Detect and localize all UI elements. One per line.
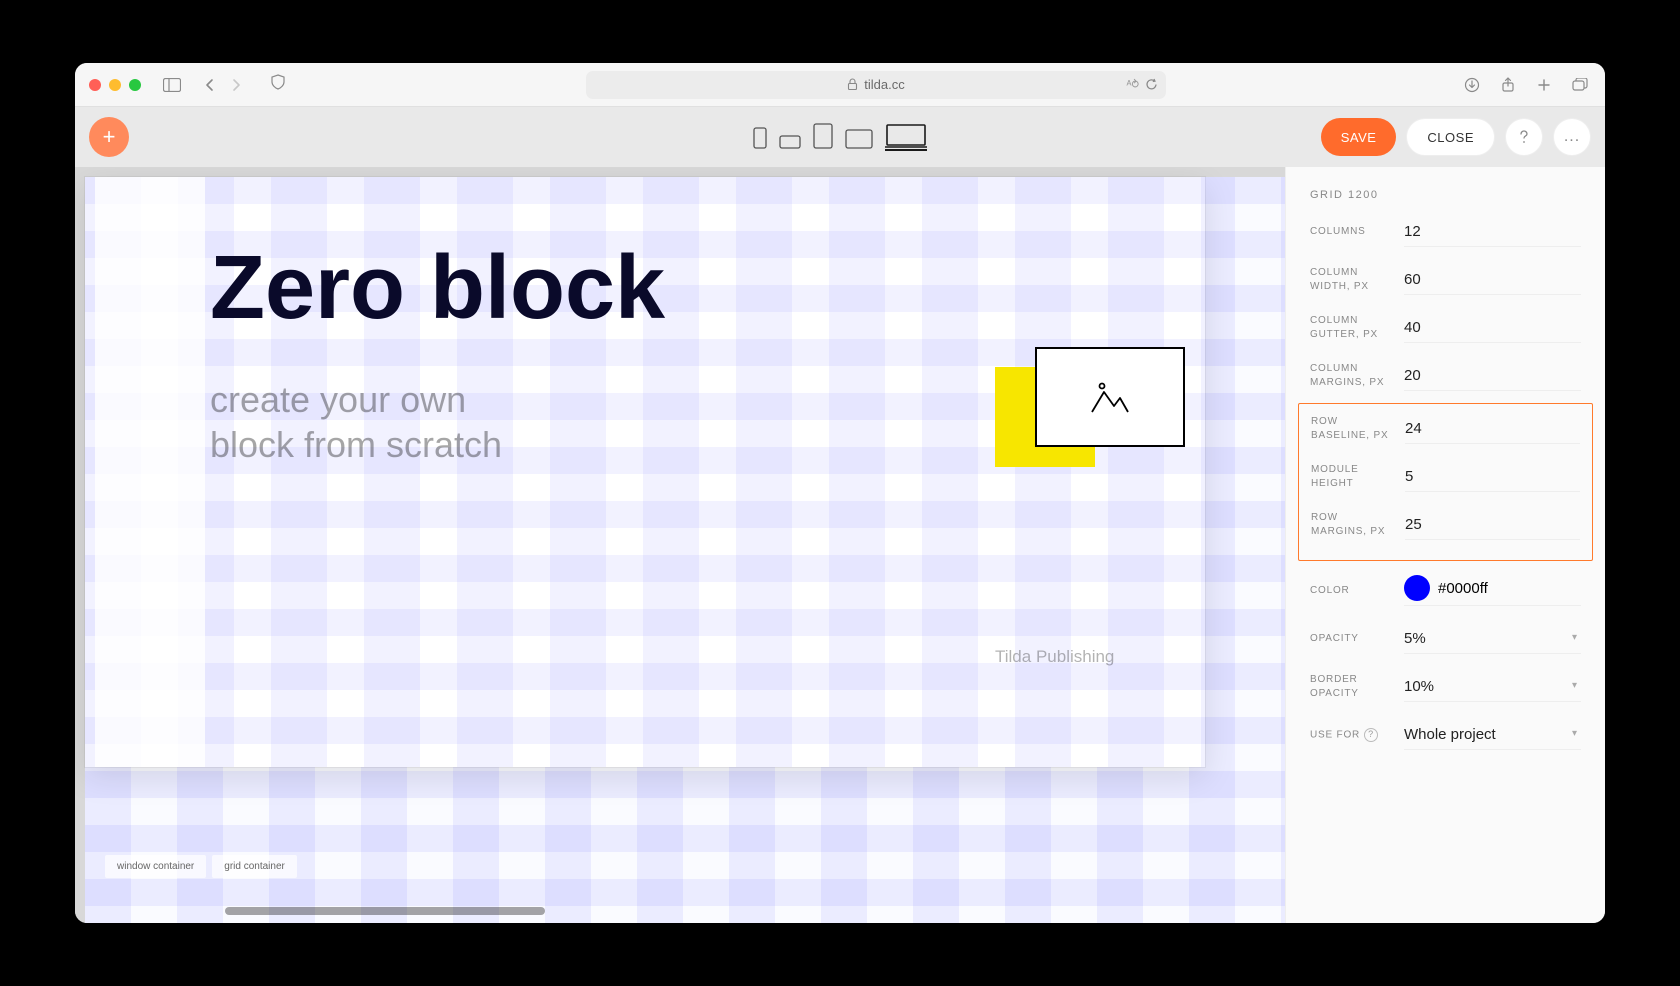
help-button[interactable] [1505, 118, 1543, 156]
prop-row-baseline-label: ROW BASELINE, PX [1311, 415, 1395, 443]
reload-icon[interactable] [1145, 78, 1158, 91]
prop-col-width-value[interactable]: 60 [1404, 265, 1581, 295]
sidebar-toggle-icon[interactable] [161, 74, 183, 96]
url-text: tilda.cc [864, 77, 904, 92]
prop-col-width-label: COLUMN WIDTH, PX [1310, 266, 1394, 294]
hero-title[interactable]: Zero block [210, 237, 665, 340]
lock-icon [847, 78, 858, 91]
nav-arrows [199, 74, 247, 96]
close-window-icon[interactable] [89, 79, 101, 91]
address-bar[interactable]: tilda.cc ᴬ⥁ [586, 71, 1166, 99]
editor-toolbar: + SAVE CLOSE ... [75, 107, 1605, 167]
add-block-button[interactable]: + [89, 117, 129, 157]
share-icon[interactable] [1497, 74, 1519, 96]
publisher-watermark: Tilda Publishing [995, 647, 1114, 667]
downloads-icon[interactable] [1461, 74, 1483, 96]
prop-col-margins-label: COLUMN MARGINS, PX [1310, 362, 1394, 390]
more-button[interactable]: ... [1553, 118, 1591, 156]
device-picker [753, 123, 927, 151]
image-placeholder[interactable] [1035, 347, 1185, 447]
device-phone-landscape[interactable] [779, 135, 801, 151]
help-icon[interactable]: ? [1364, 728, 1378, 742]
prop-use-for-value[interactable]: Whole project [1404, 720, 1581, 750]
forward-button[interactable] [225, 74, 247, 96]
prop-columns-value[interactable]: 12 [1404, 217, 1581, 247]
canvas[interactable]: Zero block create your own block from sc… [75, 167, 1285, 923]
image-icon [1090, 380, 1130, 414]
label-window-container[interactable]: window container [105, 855, 206, 878]
device-tablet-landscape[interactable] [845, 129, 873, 151]
main-area: Zero block create your own block from sc… [75, 167, 1605, 923]
close-button[interactable]: CLOSE [1406, 118, 1495, 156]
prop-row-baseline-value[interactable]: 24 [1405, 414, 1580, 444]
device-tablet-portrait[interactable] [813, 123, 833, 151]
save-button[interactable]: SAVE [1321, 118, 1397, 156]
browser-toolbar: tilda.cc ᴬ⥁ [75, 63, 1605, 107]
artboard[interactable]: Zero block create your own block from sc… [85, 177, 1205, 767]
minimize-window-icon[interactable] [109, 79, 121, 91]
prop-color-value[interactable]: #0000ff [1438, 580, 1488, 597]
panel-title: GRID 1200 [1310, 189, 1581, 201]
prop-module-height-value[interactable]: 5 [1405, 462, 1580, 492]
prop-row-margins-value[interactable]: 25 [1405, 510, 1580, 540]
properties-panel: GRID 1200 COLUMNS 12 COLUMN WIDTH, PX 60… [1285, 167, 1605, 923]
container-labels: window container grid container [105, 855, 297, 878]
prop-col-margins-value[interactable]: 20 [1404, 361, 1581, 391]
app-window: tilda.cc ᴬ⥁ + [75, 63, 1605, 923]
prop-color-label: COLOR [1310, 584, 1394, 598]
prop-opacity-value[interactable]: 5% [1404, 624, 1581, 654]
device-desktop[interactable] [885, 123, 927, 151]
maximize-window-icon[interactable] [129, 79, 141, 91]
prop-col-gutter-label: COLUMN GUTTER, PX [1310, 314, 1394, 342]
label-grid-container[interactable]: grid container [212, 855, 297, 878]
hero-subtitle[interactable]: create your own block from scratch [210, 377, 502, 467]
privacy-shield-icon[interactable] [267, 71, 289, 93]
prop-module-height-label: MODULE HEIGHT [1311, 463, 1395, 491]
prop-col-gutter-value[interactable]: 40 [1404, 313, 1581, 343]
prop-opacity-label: OPACITY [1310, 632, 1394, 646]
prop-row-margins-label: ROW MARGINS, PX [1311, 511, 1395, 539]
back-button[interactable] [199, 74, 221, 96]
translate-icon[interactable]: ᴬ⥁ [1127, 78, 1140, 91]
prop-border-opacity-value[interactable]: 10% [1404, 672, 1581, 702]
tabs-overview-icon[interactable] [1569, 74, 1591, 96]
color-swatch[interactable] [1404, 575, 1430, 601]
prop-use-for-label: USE FOR? [1310, 728, 1394, 743]
new-tab-icon[interactable] [1533, 74, 1555, 96]
prop-columns-label: COLUMNS [1310, 225, 1394, 239]
device-phone-portrait[interactable] [753, 127, 767, 151]
window-controls [89, 79, 141, 91]
prop-border-opacity-label: BORDER OPACITY [1310, 673, 1394, 701]
horizontal-scrollbar[interactable] [225, 907, 545, 915]
highlighted-rows-section: ROW BASELINE, PX 24 MODULE HEIGHT 5 ROW … [1298, 403, 1593, 561]
